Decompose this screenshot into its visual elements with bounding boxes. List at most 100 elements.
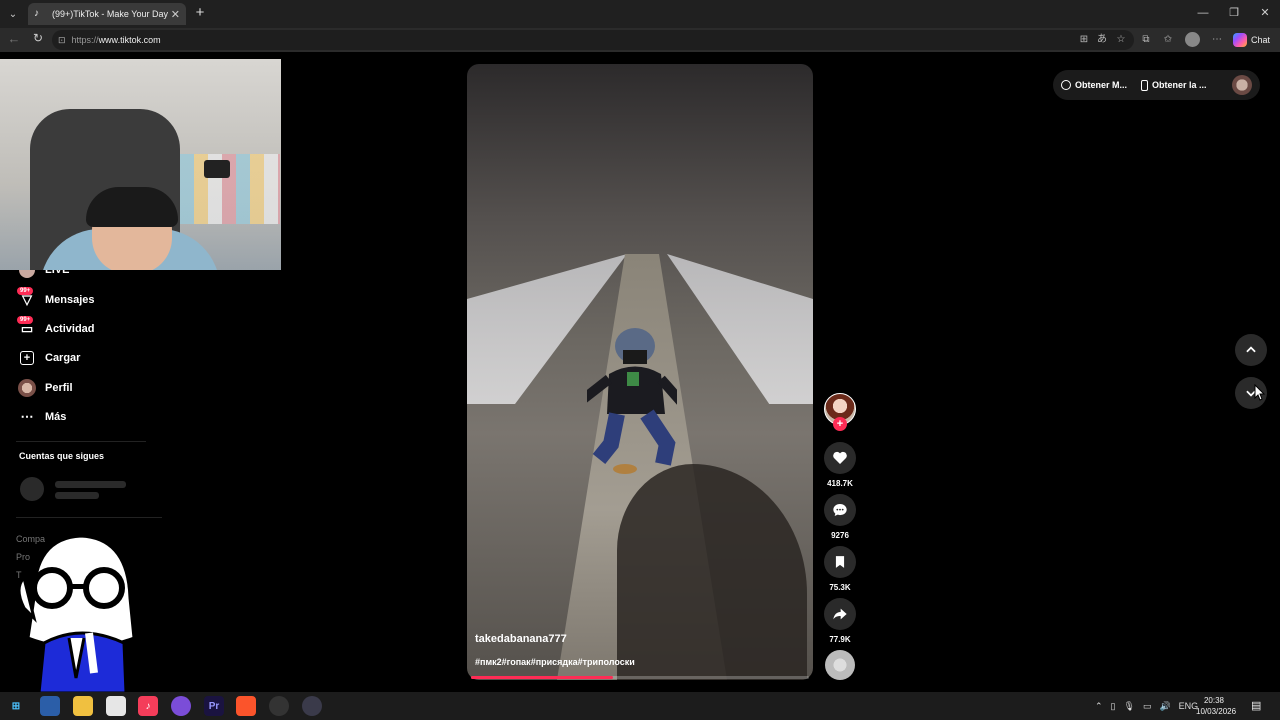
- more-menu-icon[interactable]: ⋯: [1210, 33, 1224, 47]
- tiktok-icon: ♪: [34, 8, 39, 19]
- notifications-icon[interactable]: ▤: [1251, 699, 1265, 713]
- activity-badge: 99+: [17, 316, 34, 324]
- favorites-icon[interactable]: ✩: [1161, 33, 1175, 47]
- brave-browser-icon[interactable]: [236, 696, 256, 716]
- copilot-icon: [1233, 33, 1247, 47]
- app-icon[interactable]: [302, 696, 322, 716]
- back-button[interactable]: ←: [6, 31, 22, 49]
- clock-time: 20:38: [1203, 696, 1225, 705]
- file-explorer-icon[interactable]: [73, 696, 93, 716]
- sidebar-item-upload[interactable]: + Cargar: [16, 346, 166, 370]
- discord-icon[interactable]: [171, 696, 191, 716]
- activity-icon: ▭ 99+: [16, 316, 38, 339]
- get-coins-button[interactable]: Obtener M...: [1061, 80, 1127, 90]
- save-count: 75.3K: [829, 583, 851, 592]
- phone-icon: [1141, 79, 1149, 91]
- minimize-button[interactable]: —: [1188, 4, 1218, 22]
- video-progress-fill: [471, 676, 613, 679]
- get-app-label: Obtener la ...: [1152, 80, 1207, 90]
- sidebar-item-label: Actividad: [45, 323, 95, 335]
- edge-browser-icon[interactable]: [40, 696, 60, 716]
- close-tab-icon[interactable]: ✕: [171, 8, 180, 21]
- play-button-plaque: [204, 160, 230, 178]
- mascot-overlay: [17, 534, 136, 695]
- dancer-figure: [587, 328, 677, 474]
- profile-avatar: [16, 378, 38, 398]
- share-count: 77.9K: [829, 635, 851, 644]
- video-player[interactable]: [467, 64, 813, 680]
- messages-icon: ▽ 99+: [16, 287, 38, 310]
- share-icon: [833, 608, 847, 620]
- url-host: www.tiktok.com: [98, 35, 161, 45]
- top-actions-bar: Obtener M... Obtener la ...: [1053, 70, 1260, 100]
- sidebar-item-more[interactable]: ⋯ Más: [16, 405, 166, 429]
- loading-line-placeholder: [55, 492, 99, 499]
- volume-icon[interactable]: 🔊: [1159, 701, 1170, 712]
- address-bar[interactable]: ⊡ https://www.tiktok.com: [52, 30, 1134, 50]
- sidebar-item-label: Más: [45, 411, 67, 423]
- video-progress-bar[interactable]: [471, 676, 809, 679]
- more-icon: ⋯: [20, 409, 34, 424]
- comment-button[interactable]: [824, 494, 856, 526]
- premiere-pro-icon[interactable]: Pr: [204, 696, 224, 716]
- translate-icon[interactable]: あ: [1095, 33, 1109, 47]
- user-avatar[interactable]: [1232, 75, 1252, 95]
- extensions-icon[interactable]: ⧉: [1139, 33, 1153, 47]
- browser-tab[interactable]: ♪ (99+)TikTok - Make Your Day ✕: [28, 3, 186, 25]
- music-app-icon[interactable]: ♪: [138, 696, 158, 716]
- streamer-hair: [86, 187, 178, 227]
- network-icon[interactable]: ▭: [1143, 701, 1152, 712]
- previous-video-button[interactable]: [1235, 334, 1267, 366]
- taskbar-clock[interactable]: 20:38 10/03/2026: [1196, 695, 1237, 717]
- device-icon[interactable]: ▯: [1111, 701, 1116, 712]
- close-window-button[interactable]: ✕: [1250, 4, 1280, 22]
- sidebar-item-profile[interactable]: Perfil: [16, 376, 166, 400]
- video-hashtags[interactable]: #пмк2#гопак#присядка#триполоски: [475, 657, 635, 667]
- comment-icon: [833, 504, 847, 516]
- chevron-up-icon[interactable]: ⌃: [1095, 701, 1103, 712]
- url-protocol: https://: [71, 35, 99, 45]
- sidebar-divider: [16, 517, 162, 518]
- favorite-star-icon[interactable]: ☆: [1114, 33, 1128, 47]
- sidebar-item-activity[interactable]: ▭ 99+ Actividad: [16, 316, 166, 341]
- microphone-icon[interactable]: 🎙: [1124, 701, 1135, 712]
- get-app-button[interactable]: Obtener la ...: [1141, 79, 1207, 91]
- tab-title: (99+)TikTok - Make Your Day: [52, 9, 168, 19]
- like-button[interactable]: [824, 442, 856, 474]
- app-available-icon[interactable]: ⊞: [1077, 33, 1091, 47]
- loading-line-placeholder: [55, 481, 126, 488]
- restore-button[interactable]: ❐: [1219, 4, 1249, 22]
- browser-profile-avatar[interactable]: [1185, 32, 1200, 47]
- sidebar-item-messages[interactable]: ▽ 99+ Mensajes: [16, 287, 166, 312]
- reload-button[interactable]: ↻: [30, 31, 46, 49]
- sidebar-item-label: Perfil: [45, 382, 73, 394]
- cameraman-shadow: [617, 464, 807, 680]
- music-disc[interactable]: [825, 650, 855, 680]
- system-tray: ⌃ ▯ 🎙 ▭ 🔊 ENG: [1095, 697, 1198, 715]
- loading-avatar-placeholder: [20, 477, 44, 501]
- sidebar-item-label: Cargar: [45, 352, 81, 364]
- share-button[interactable]: [824, 598, 856, 630]
- chat-label: Chat: [1251, 35, 1271, 45]
- snow-bank: [667, 254, 813, 404]
- copilot-chat-button[interactable]: Chat: [1233, 31, 1275, 49]
- sidebar-divider: [16, 441, 146, 442]
- windows-taskbar: [0, 692, 1280, 720]
- clock-date: 10/03/2026: [1196, 707, 1237, 716]
- sidebar-item-label: Mensajes: [45, 294, 95, 306]
- site-info-icon[interactable]: ⊡: [58, 35, 66, 46]
- new-tab-button[interactable]: +: [192, 5, 208, 21]
- obs-icon[interactable]: [269, 696, 289, 716]
- messages-badge: 99+: [17, 287, 34, 295]
- tab-list-button[interactable]: ⌄: [4, 5, 22, 23]
- chevron-up-icon: [1246, 346, 1256, 353]
- follow-plus-button[interactable]: +: [833, 417, 847, 431]
- save-button[interactable]: [824, 546, 856, 578]
- coin-icon: [1061, 80, 1071, 90]
- video-author[interactable]: takedabanana777: [475, 633, 567, 645]
- upload-icon: +: [16, 348, 38, 368]
- get-coins-label: Obtener M...: [1075, 80, 1128, 90]
- store-icon[interactable]: [106, 696, 126, 716]
- windows-start-icon[interactable]: ⊞: [6, 696, 26, 716]
- mouse-cursor-icon: [1254, 384, 1266, 401]
